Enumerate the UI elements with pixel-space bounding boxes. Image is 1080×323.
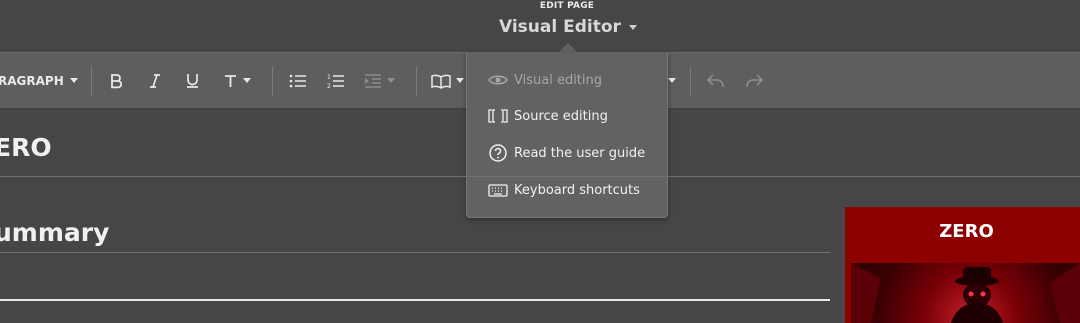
svg-text:2: 2 <box>327 83 331 89</box>
menu-item-label: Source editing <box>514 108 608 124</box>
infobox-title: ZERO <box>939 221 994 242</box>
bullet-list-icon <box>289 74 306 87</box>
redo-button[interactable] <box>744 53 764 108</box>
menu-item-source-editing[interactable]: Source editing <box>488 104 608 128</box>
infobox[interactable]: ZERO <box>845 207 1080 323</box>
toolbar-divider <box>91 66 92 96</box>
menu-item-label: Keyboard shortcuts <box>514 182 640 198</box>
indent-icon <box>365 73 381 88</box>
text-style-button[interactable] <box>223 53 251 108</box>
source-brackets-icon <box>488 109 508 123</box>
chevron-down-icon <box>668 78 676 83</box>
chevron-down-icon <box>628 24 637 30</box>
heading-divider <box>0 176 1080 177</box>
section-heading[interactable]: ummary <box>0 218 109 247</box>
infobox-image <box>851 263 1080 323</box>
bold-button[interactable] <box>109 53 123 108</box>
paragraph-format-label: RAGRAPH <box>0 73 64 88</box>
character-figure-image <box>851 263 1080 323</box>
editor-mode-switch[interactable]: Visual Editor <box>499 17 637 37</box>
menu-item-user-guide[interactable]: Read the user guide <box>488 141 645 165</box>
underline-button[interactable] <box>185 53 200 108</box>
section-divider <box>0 252 830 253</box>
toolbar-divider <box>272 66 273 96</box>
menu-item-label: Read the user guide <box>514 145 646 161</box>
cite-icon <box>431 74 451 89</box>
numbered-list-icon: 12 <box>327 74 344 89</box>
editor-mode-menu: Visual editing Source editing Read the u… <box>466 52 668 218</box>
bullet-list-button[interactable] <box>289 53 307 108</box>
numbered-list-button[interactable]: 12 <box>327 53 345 108</box>
bold-icon <box>111 73 123 88</box>
underline-icon <box>187 74 198 88</box>
menu-item-keyboard-shortcuts[interactable]: Keyboard shortcuts <box>488 178 640 202</box>
chevron-down-icon <box>456 78 464 83</box>
paragraph-format-dropdown[interactable]: RAGRAPH <box>0 53 78 108</box>
svg-text:1: 1 <box>327 74 331 81</box>
redo-icon <box>746 73 764 87</box>
cite-button[interactable] <box>431 53 464 108</box>
keyboard-icon <box>488 184 508 197</box>
toolbar-divider <box>690 66 691 96</box>
content-divider <box>0 299 830 301</box>
italic-button[interactable] <box>148 53 162 108</box>
help-icon <box>489 144 507 162</box>
page-heading[interactable]: ERO <box>0 133 52 162</box>
chevron-down-icon <box>387 78 395 83</box>
undo-icon <box>706 73 724 87</box>
text-style-icon <box>225 74 236 87</box>
indent-button[interactable] <box>364 53 395 108</box>
chevron-down-icon <box>243 78 251 83</box>
editor-header: EDIT PAGE Visual Editor <box>0 0 1080 52</box>
chevron-down-icon <box>69 78 78 83</box>
undo-button[interactable] <box>706 53 726 108</box>
italic-icon <box>150 73 160 88</box>
toolbar-divider <box>416 66 417 96</box>
eye-icon <box>488 75 508 85</box>
menu-item-label: Visual editing <box>514 72 603 88</box>
dropdown-pointer <box>559 43 577 52</box>
edit-page-label: EDIT PAGE <box>539 1 595 11</box>
editor-mode-title: Visual Editor <box>499 17 621 37</box>
menu-item-visual-editing[interactable]: Visual editing <box>488 68 602 92</box>
